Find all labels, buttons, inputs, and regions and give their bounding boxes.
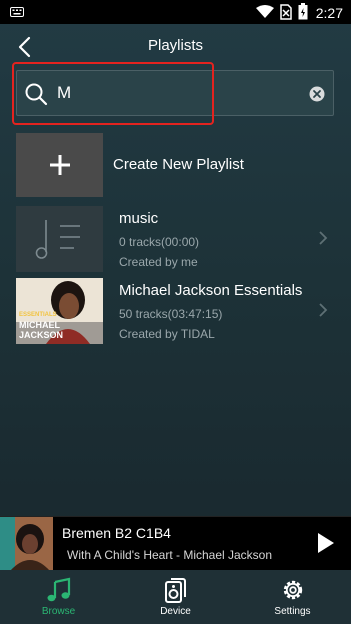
tab-settings-label: Settings <box>274 606 311 617</box>
plus-icon <box>49 155 70 175</box>
play-icon <box>318 533 334 553</box>
now-playing-subtitle: With A Child's Heart - Michael Jackson <box>67 548 273 562</box>
playlist-item[interactable]: music 0 tracks(00:00) Created by me <box>16 206 334 272</box>
wifi-icon <box>255 4 274 22</box>
playlist-creator: Created by TIDAL <box>119 327 215 341</box>
bottom-tab-bar: Browse Device Settings <box>0 570 351 624</box>
speaker-icon <box>164 578 186 603</box>
chevron-right-icon <box>318 230 328 251</box>
cover-text-essentials: ESSENTIALS <box>19 312 57 318</box>
now-playing-bar[interactable]: Bremen B2 C1B4 With A Child's Heart - Mi… <box>0 516 351 571</box>
tab-browse[interactable]: Browse <box>0 570 117 624</box>
search-input[interactable] <box>57 80 297 106</box>
page-title: Playlists <box>147 37 203 54</box>
playlist-track-count: 0 tracks(00:00) <box>119 235 200 249</box>
status-bar: 2:27 <box>0 0 351 24</box>
music-note-icon <box>35 220 80 259</box>
cover-text-michael: MICHAEL <box>19 320 60 330</box>
playlist-name: Michael Jackson Essentials <box>119 282 303 299</box>
tab-device-label: Device <box>160 606 191 617</box>
search-icon <box>24 82 48 111</box>
gear-icon <box>283 580 302 600</box>
now-playing-art <box>0 517 53 571</box>
create-playlist-label: Create New Playlist <box>113 156 244 173</box>
playlist-thumbnail: ESSENTIALS MICHAEL JACKSON <box>16 278 103 344</box>
create-playlist-row[interactable]: Create New Playlist <box>16 133 334 197</box>
playlist-item[interactable]: ESSENTIALS MICHAEL JACKSON Michael Jacks… <box>16 278 334 344</box>
music-note-icon <box>47 577 70 602</box>
tab-settings[interactable]: Settings <box>234 570 351 624</box>
playlist-thumbnail <box>16 206 103 272</box>
status-time: 2:27 <box>315 5 343 21</box>
clear-search-icon[interactable] <box>309 86 325 107</box>
create-playlist-thumb <box>16 133 103 197</box>
cover-text-jackson: JACKSON <box>19 330 64 340</box>
playlist-creator: Created by me <box>119 255 198 269</box>
tab-browse-label: Browse <box>41 606 76 617</box>
now-playing-title: Bremen B2 C1B4 <box>62 525 171 541</box>
play-button[interactable] <box>317 532 335 559</box>
search-bar <box>16 70 334 116</box>
battery-icon <box>298 3 308 23</box>
chevron-right-icon <box>318 302 328 323</box>
header: Playlists <box>0 24 351 68</box>
keyboard-icon <box>10 5 24 21</box>
no-sim-icon <box>280 3 292 23</box>
tab-device[interactable]: Device <box>117 570 234 624</box>
playlist-name: music <box>119 210 159 227</box>
playlist-track-count: 50 tracks(03:47:15) <box>119 307 223 321</box>
